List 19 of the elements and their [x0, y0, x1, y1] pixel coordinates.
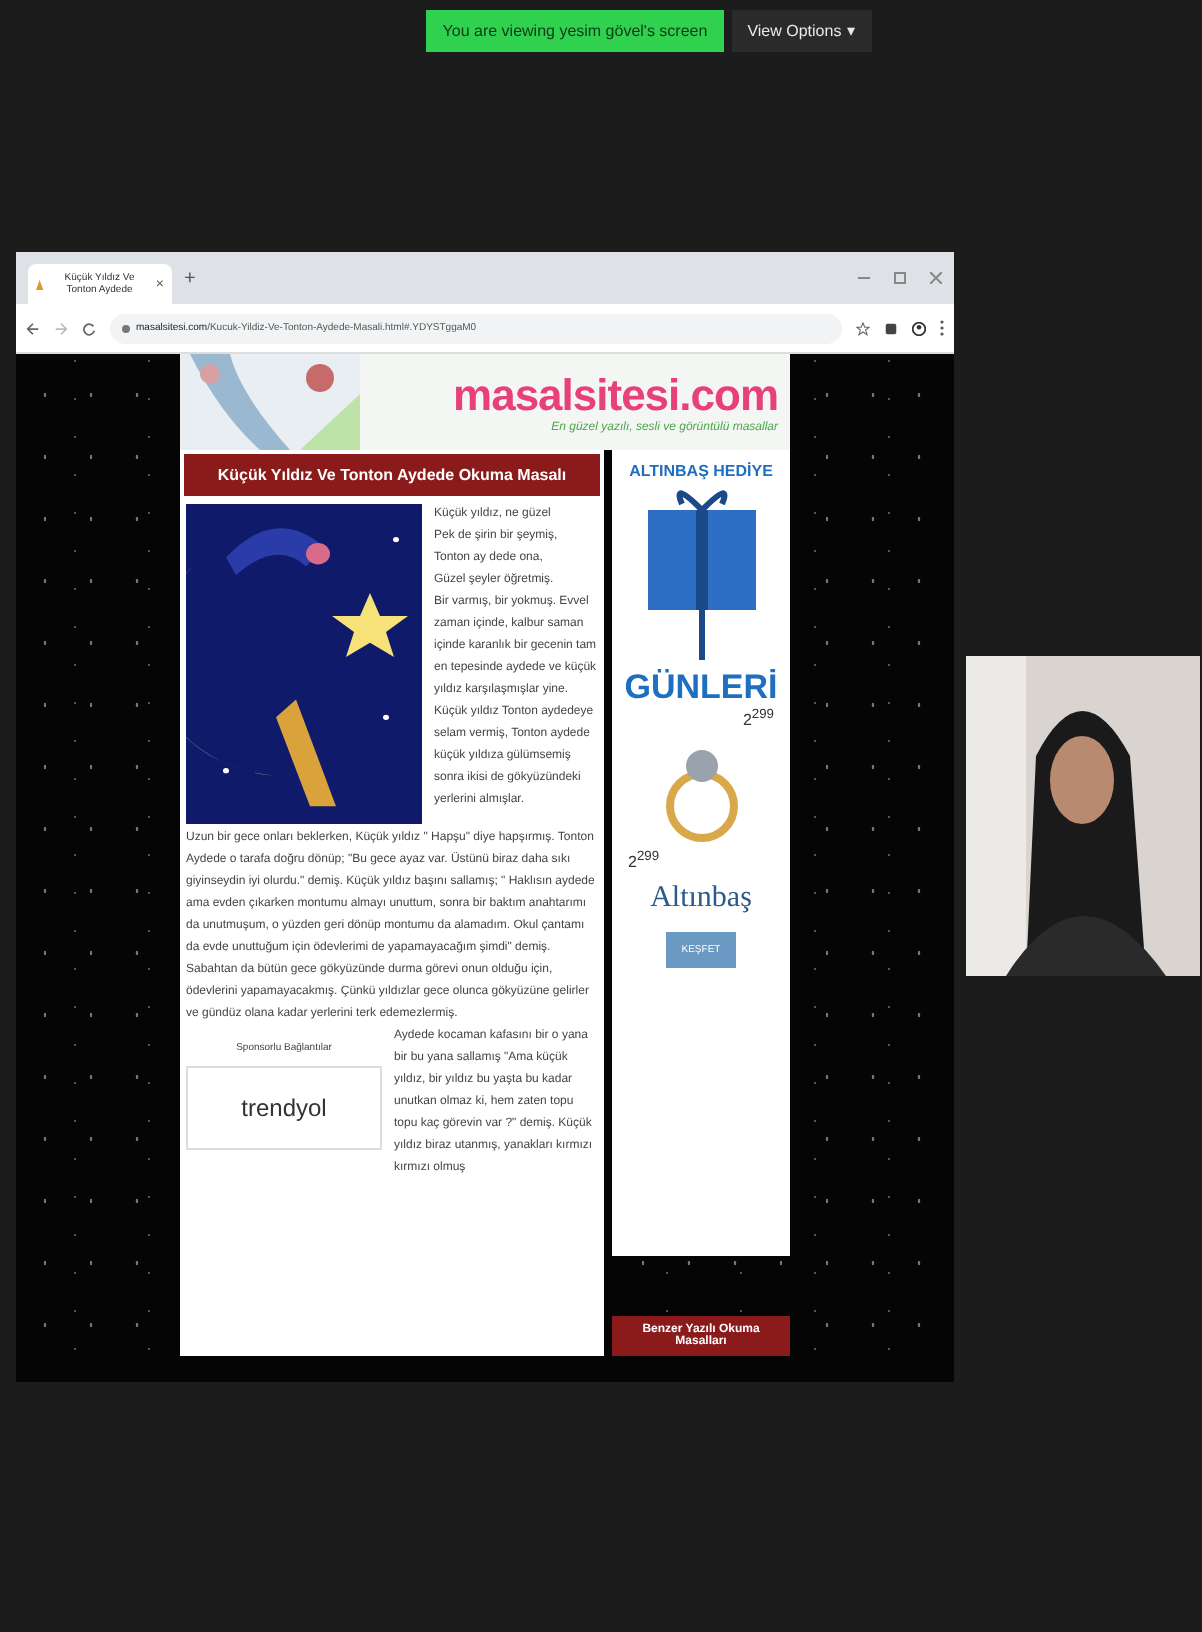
- minimize-icon[interactable]: [858, 272, 870, 284]
- price-label: 2$^{299}$: [628, 849, 660, 871]
- ad-headline: ALTINBAŞ HEDİYE: [629, 462, 773, 480]
- close-icon[interactable]: [930, 272, 942, 284]
- price-label: 2$^{299}$: [742, 708, 774, 730]
- ad-subhead: GÜNLERİ: [624, 668, 778, 708]
- back-icon[interactable]: [26, 321, 40, 335]
- view-options-button[interactable]: View Options ▾: [731, 10, 872, 52]
- site-logo[interactable]: masalsitesi.com: [453, 370, 778, 422]
- reload-icon[interactable]: [82, 321, 96, 335]
- sponsored-ad[interactable]: trendyol: [186, 1066, 382, 1150]
- screen-share-banner: You are viewing yesim gövel's screen: [426, 10, 724, 52]
- profile-icon[interactable]: [912, 321, 926, 335]
- favicon-icon: [36, 277, 44, 291]
- new-tab-button[interactable]: +: [184, 267, 196, 289]
- ad-brand: Altınbaş: [650, 882, 752, 917]
- star-icon[interactable]: [856, 321, 870, 335]
- maximize-icon[interactable]: [894, 272, 906, 284]
- article-title: Küçük Yıldız Ve Tonton Aydede Okuma Masalı: [184, 454, 600, 496]
